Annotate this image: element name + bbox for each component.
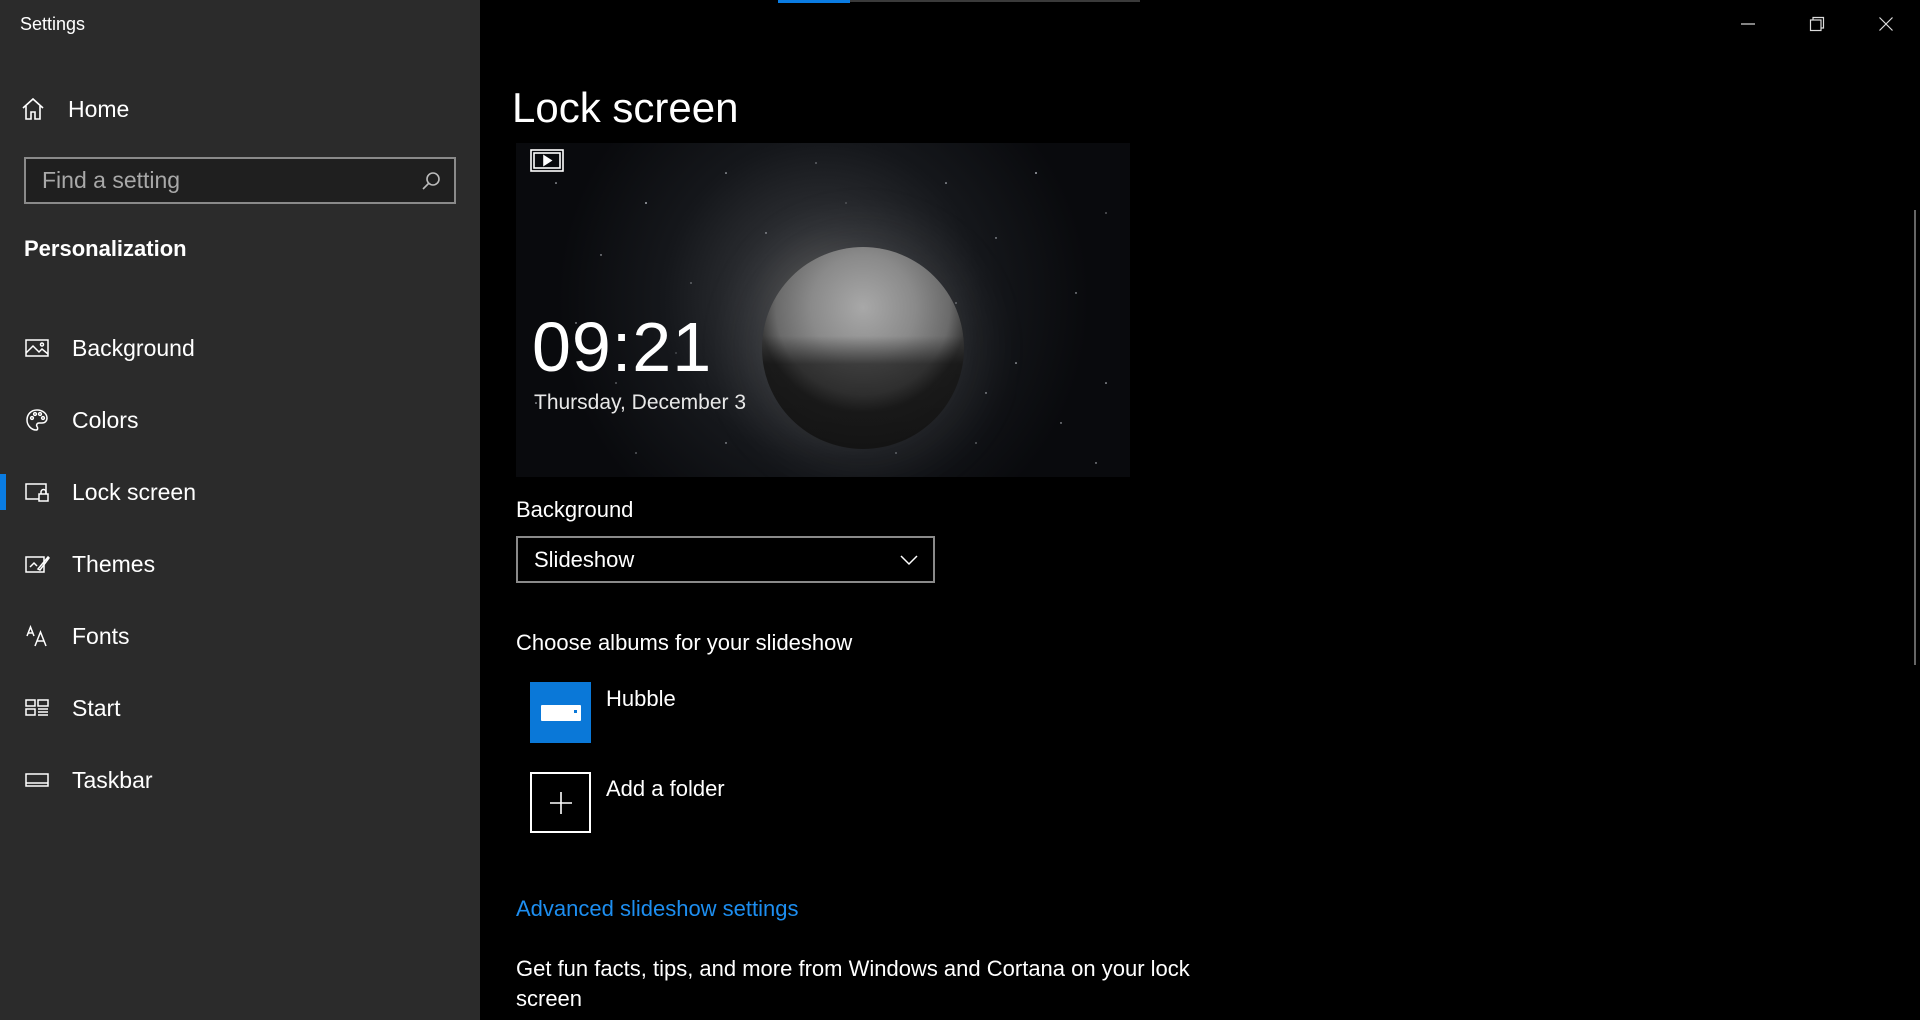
- fonts-icon: [24, 623, 50, 649]
- sidebar-nav: Background Colors Lock screen Themes Fon…: [0, 312, 480, 816]
- sidebar-item-start[interactable]: Start: [0, 672, 480, 744]
- chevron-down-icon: [900, 554, 918, 565]
- palette-icon: [24, 407, 50, 433]
- sidebar-item-label: Lock screen: [72, 478, 197, 505]
- album-hubble[interactable]: Hubble: [530, 682, 676, 743]
- plus-icon: [530, 772, 591, 833]
- search-icon[interactable]: [420, 170, 442, 192]
- moon-image: [762, 247, 964, 449]
- sidebar-item-label: Start: [72, 694, 121, 721]
- picture-icon: [24, 335, 50, 361]
- minimize-button[interactable]: [1713, 0, 1782, 48]
- home-label: Home: [68, 95, 130, 122]
- search-box[interactable]: [24, 157, 456, 204]
- albums-label: Choose albums for your slideshow: [516, 630, 853, 655]
- drive-icon: [530, 682, 591, 743]
- search-input[interactable]: [26, 159, 420, 202]
- sidebar-item-taskbar[interactable]: Taskbar: [0, 744, 480, 816]
- start-icon: [24, 695, 50, 721]
- background-label: Background: [516, 497, 634, 522]
- background-dropdown[interactable]: Slideshow: [516, 536, 935, 583]
- sidebar-item-label: Colors: [72, 406, 139, 433]
- restore-button[interactable]: [1782, 0, 1851, 48]
- page-title: Lock screen: [512, 84, 739, 131]
- section-heading: Personalization: [24, 236, 187, 261]
- sidebar-item-label: Fonts: [72, 622, 130, 649]
- lock-screen-icon: [24, 479, 50, 505]
- app-title: Settings: [20, 14, 86, 34]
- close-icon: [1878, 17, 1893, 31]
- main-content: Lock screen 09:21 Thursday, December 3 B…: [480, 0, 1920, 1020]
- minimize-icon: [1740, 23, 1755, 25]
- close-button[interactable]: [1851, 0, 1920, 48]
- sidebar-item-lock-screen[interactable]: Lock screen: [0, 456, 480, 528]
- loading-bar: [778, 0, 1140, 3]
- background-dropdown-value: Slideshow: [534, 546, 635, 572]
- advanced-slideshow-settings-link[interactable]: Advanced slideshow settings: [516, 896, 799, 922]
- sidebar-item-colors[interactable]: Colors: [0, 384, 480, 456]
- sidebar: Settings Home Personalization Background: [0, 0, 480, 1020]
- lock-screen-preview: 09:21 Thursday, December 3: [516, 143, 1130, 477]
- home-link[interactable]: Home: [20, 92, 129, 126]
- restore-icon: [1809, 16, 1824, 32]
- sidebar-item-background[interactable]: Background: [0, 312, 480, 384]
- sidebar-item-label: Background: [72, 334, 195, 361]
- lock-screen-time: 09:21: [532, 308, 713, 386]
- add-folder-button[interactable]: Add a folder: [530, 772, 725, 833]
- sidebar-item-fonts[interactable]: Fonts: [0, 600, 480, 672]
- fun-facts-label: Get fun facts, tips, and more from Windo…: [516, 956, 1190, 1011]
- sidebar-item-label: Taskbar: [72, 766, 153, 793]
- add-folder-label: Add a folder: [606, 776, 725, 801]
- lock-screen-date: Thursday, December 3: [534, 391, 747, 414]
- loading-bar-fill: [778, 0, 850, 3]
- slideshow-icon: [530, 149, 564, 172]
- sidebar-item-themes[interactable]: Themes: [0, 528, 480, 600]
- themes-icon: [24, 551, 50, 577]
- taskbar-icon: [24, 767, 50, 793]
- album-name: Hubble: [606, 686, 676, 711]
- home-icon: [22, 97, 44, 120]
- sidebar-item-label: Themes: [72, 550, 156, 577]
- scrollbar[interactable]: [1914, 210, 1916, 665]
- window-controls: [1713, 0, 1920, 48]
